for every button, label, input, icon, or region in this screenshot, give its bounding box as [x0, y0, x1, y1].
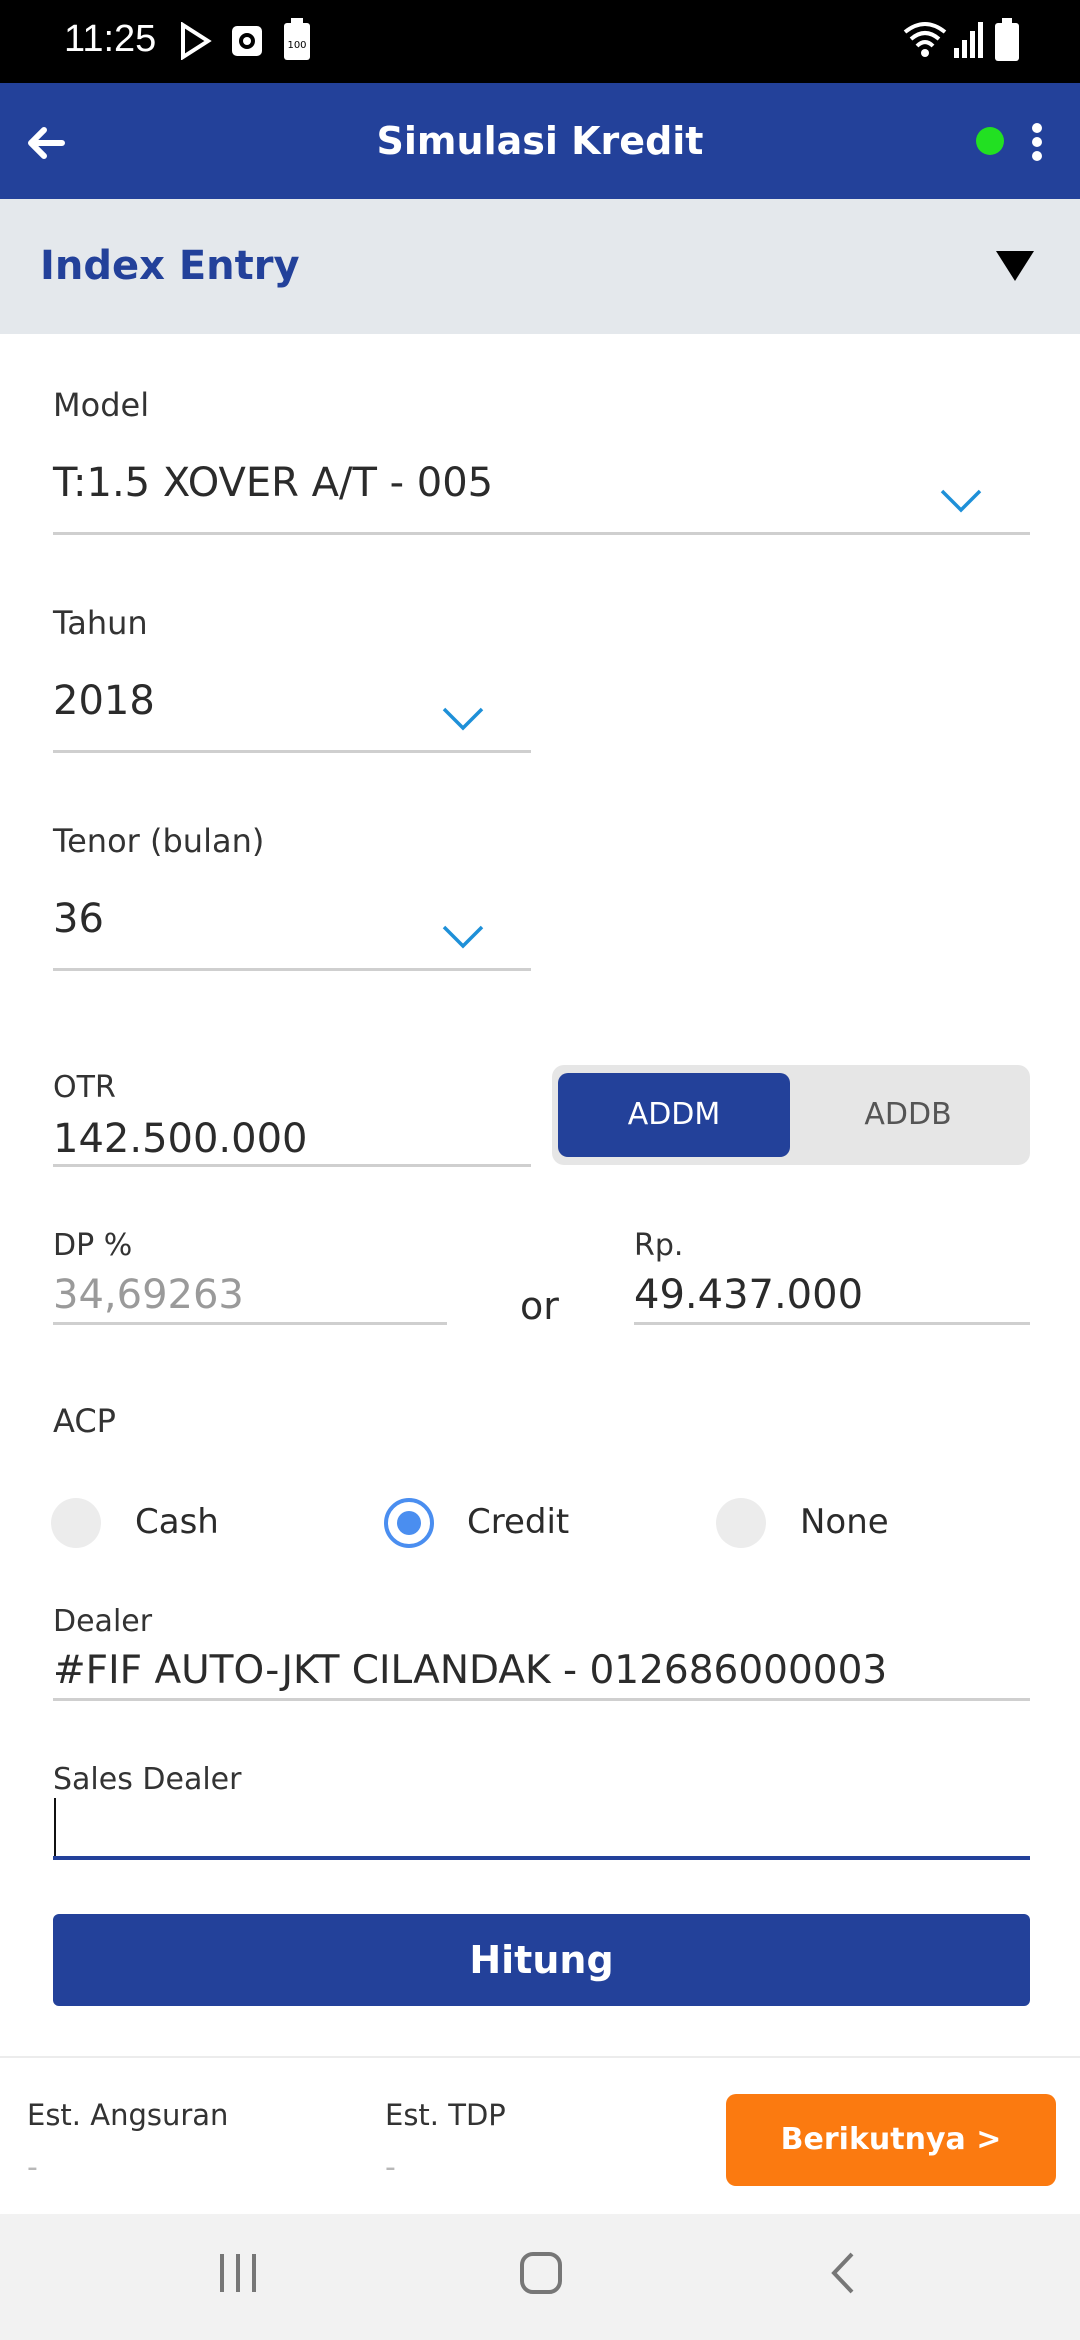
acp-none-label[interactable]: None — [800, 1502, 889, 1542]
model-chevron-down-icon[interactable] — [940, 488, 982, 514]
tenor-select-value[interactable]: 36 — [53, 896, 104, 942]
dp-percent-input[interactable]: 34,69263 — [53, 1272, 244, 1318]
est-tdp-value: - — [385, 2150, 396, 2185]
dealer-label: Dealer — [53, 1604, 153, 1639]
screen-recorder-icon — [232, 26, 262, 56]
tahun-underline — [53, 750, 531, 753]
acp-credit-label[interactable]: Credit — [467, 1502, 569, 1542]
index-entry-header[interactable]: Index Entry — [0, 199, 1080, 334]
acp-cash-label[interactable]: Cash — [135, 1502, 219, 1542]
tahun-chevron-down-icon[interactable] — [442, 706, 484, 732]
app-bar: Simulasi Kredit — [0, 83, 1080, 199]
section-title: Index Entry — [40, 243, 300, 289]
sales-dealer-label: Sales Dealer — [53, 1762, 242, 1797]
model-underline — [53, 532, 1030, 535]
dp-percent-label: DP % — [53, 1228, 133, 1263]
tenor-underline — [53, 968, 531, 971]
dp-rp-input[interactable]: 49.437.000 — [634, 1272, 863, 1318]
otr-underline — [53, 1164, 531, 1167]
dp-rp-label: Rp. — [634, 1228, 684, 1263]
berikutnya-button[interactable]: Berikutnya > — [726, 2094, 1056, 2186]
status-time: 11:25 — [64, 18, 157, 60]
collapse-triangle-icon[interactable] — [996, 251, 1034, 281]
est-angsuran-label: Est. Angsuran — [27, 2098, 229, 2132]
status-bar: 11:25 100 — [0, 0, 1080, 83]
hitung-button[interactable]: Hitung — [53, 1914, 1030, 2006]
page-title: Simulasi Kredit — [376, 119, 704, 163]
est-angsuran-value: - — [27, 2150, 38, 2185]
acp-cash-radio[interactable] — [51, 1498, 101, 1548]
dp-rp-underline — [634, 1322, 1030, 1325]
battery-icon — [995, 18, 1019, 61]
addb-toggle-option[interactable]: ADDB — [792, 1073, 1024, 1157]
recent-apps-icon[interactable] — [216, 2250, 260, 2296]
tenor-label: Tenor (bulan) — [53, 822, 265, 860]
otr-label: OTR — [53, 1070, 116, 1105]
acp-label: ACP — [53, 1402, 116, 1440]
addm-addb-toggle: ADDM ADDB — [552, 1065, 1030, 1165]
tahun-label: Tahun — [53, 604, 148, 642]
text-cursor — [54, 1798, 56, 1856]
or-text: or — [520, 1284, 559, 1328]
acp-credit-radio[interactable] — [384, 1498, 434, 1548]
est-tdp-label: Est. TDP — [385, 2098, 506, 2132]
dealer-underline — [53, 1698, 1030, 1701]
home-icon[interactable] — [518, 2250, 564, 2296]
back-nav-icon[interactable] — [826, 2250, 860, 2296]
battery-saver-icon: 100 — [284, 18, 310, 60]
model-select-value[interactable]: T:1.5 XOVER A/T - 005 — [53, 460, 493, 506]
wifi-icon — [903, 22, 947, 57]
model-label: Model — [53, 386, 150, 424]
sales-dealer-underline — [53, 1856, 1030, 1860]
online-status-dot — [976, 127, 1004, 155]
dealer-input[interactable]: #FIF AUTO-JKT CILANDAK - 012686000003 — [53, 1648, 887, 1693]
summary-bar: Est. Angsuran - Est. TDP - Berikutnya > — [0, 2056, 1080, 2214]
overflow-menu-icon[interactable] — [1032, 123, 1044, 161]
svg-text:100: 100 — [287, 40, 306, 51]
tenor-chevron-down-icon[interactable] — [442, 924, 484, 950]
otr-input[interactable]: 142.500.000 — [53, 1116, 307, 1162]
acp-none-radio[interactable] — [716, 1498, 766, 1548]
system-nav-bar — [0, 2214, 1080, 2340]
tahun-select-value[interactable]: 2018 — [53, 678, 155, 724]
play-store-icon — [181, 22, 212, 60]
addm-toggle-option[interactable]: ADDM — [558, 1073, 790, 1157]
dp-percent-underline — [53, 1322, 447, 1325]
signal-icon — [954, 22, 983, 58]
